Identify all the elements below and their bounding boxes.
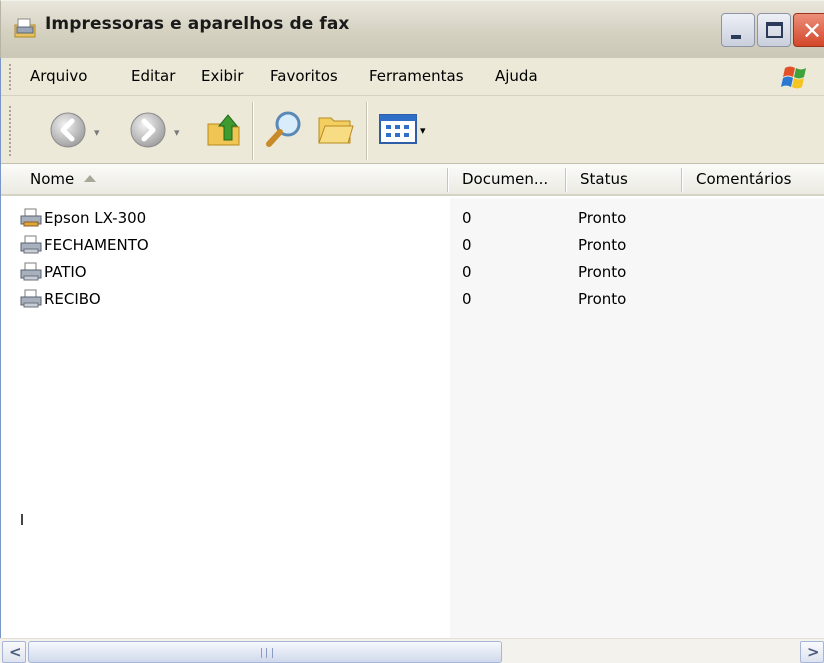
printer-status: Pronto (578, 209, 627, 227)
sort-ascending-icon (84, 175, 97, 182)
back-icon[interactable] (48, 110, 88, 150)
column-header-documents[interactable]: Documen... (462, 164, 548, 194)
toolbar-separator (366, 102, 368, 160)
printer-icon (20, 235, 42, 254)
scroll-left-button[interactable]: < (2, 641, 26, 663)
printer-icon (20, 208, 42, 227)
chevron-right-icon: > (807, 643, 820, 661)
printer-icon (20, 262, 42, 281)
horizontal-scrollbar[interactable]: < > (0, 638, 824, 663)
column-header-name-label: Nome (30, 170, 75, 188)
list-item[interactable]: PATIO 0 Pronto (0, 258, 824, 285)
printer-documents: 0 (462, 236, 472, 254)
list-header: Nome Documen... Status Comentários (0, 164, 824, 196)
text-cursor-mark (21, 514, 23, 525)
menu-editar[interactable]: Editar (131, 67, 175, 85)
close-button[interactable]: ✕ (793, 13, 824, 47)
views-dropdown-icon[interactable]: ▾ (420, 124, 426, 137)
printer-documents: 0 (462, 209, 472, 227)
printer-list[interactable]: Epson LX-300 0 Pronto FECHAMENTO 0 Pront… (0, 198, 824, 638)
scrollbar-thumb[interactable] (28, 641, 502, 663)
column-divider[interactable] (681, 168, 683, 192)
forward-dropdown-icon[interactable]: ▾ (174, 126, 180, 139)
column-divider[interactable] (447, 168, 449, 192)
menu-favoritos[interactable]: Favoritos (270, 67, 338, 85)
menu-ajuda[interactable]: Ajuda (495, 67, 538, 85)
window-frame (0, 58, 1, 663)
column-header-comments[interactable]: Comentários (696, 164, 791, 194)
printer-name: PATIO (44, 263, 87, 281)
menu-arquivo[interactable]: Arquivo (30, 67, 87, 85)
printer-name: FECHAMENTO (44, 236, 149, 254)
window-title: Impressoras e aparelhos de fax (45, 14, 350, 34)
minimize-icon (731, 35, 741, 39)
printer-status: Pronto (578, 263, 627, 281)
maximize-icon (766, 22, 783, 38)
printer-name: Epson LX-300 (44, 209, 147, 227)
list-item[interactable]: Epson LX-300 0 Pronto (0, 204, 824, 231)
printer-folder-icon (14, 18, 36, 38)
menu-exibir[interactable]: Exibir (201, 67, 243, 85)
printer-status: Pronto (578, 236, 627, 254)
forward-icon[interactable] (128, 110, 168, 150)
windows-logo-icon (781, 66, 806, 89)
list-item[interactable]: FECHAMENTO 0 Pronto (0, 231, 824, 258)
toolbar-separator (252, 102, 254, 160)
printer-documents: 0 (462, 290, 472, 308)
column-header-status[interactable]: Status (580, 164, 628, 194)
menu-bar: Arquivo Editar Exibir Favoritos Ferramen… (0, 58, 824, 96)
column-divider[interactable] (565, 168, 567, 192)
printer-status: Pronto (578, 290, 627, 308)
printer-documents: 0 (462, 263, 472, 281)
title-bar[interactable]: Impressoras e aparelhos de fax ✕ (0, 0, 824, 58)
scrollbar-grip-icon (261, 648, 273, 658)
toolbar-grip[interactable] (9, 106, 12, 156)
views-icon[interactable] (378, 112, 418, 146)
chevron-left-icon: < (9, 643, 22, 661)
list-item[interactable]: RECIBO 0 Pronto (0, 285, 824, 312)
toolbar: ▾ ▾ ▾ (0, 96, 824, 164)
minimize-button[interactable] (721, 13, 755, 47)
column-header-name[interactable]: Nome (30, 164, 440, 194)
printer-name: RECIBO (44, 290, 101, 308)
printer-icon (20, 289, 42, 308)
menu-ferramentas[interactable]: Ferramentas (369, 67, 464, 85)
back-dropdown-icon[interactable]: ▾ (94, 126, 100, 139)
scroll-right-button[interactable]: > (800, 641, 824, 663)
close-icon: ✕ (802, 17, 823, 45)
search-icon[interactable] (264, 108, 304, 150)
maximize-button[interactable] (757, 13, 791, 47)
menu-bar-grip[interactable] (9, 64, 12, 90)
up-folder-icon[interactable] (204, 110, 244, 150)
folders-icon[interactable] (316, 112, 356, 148)
